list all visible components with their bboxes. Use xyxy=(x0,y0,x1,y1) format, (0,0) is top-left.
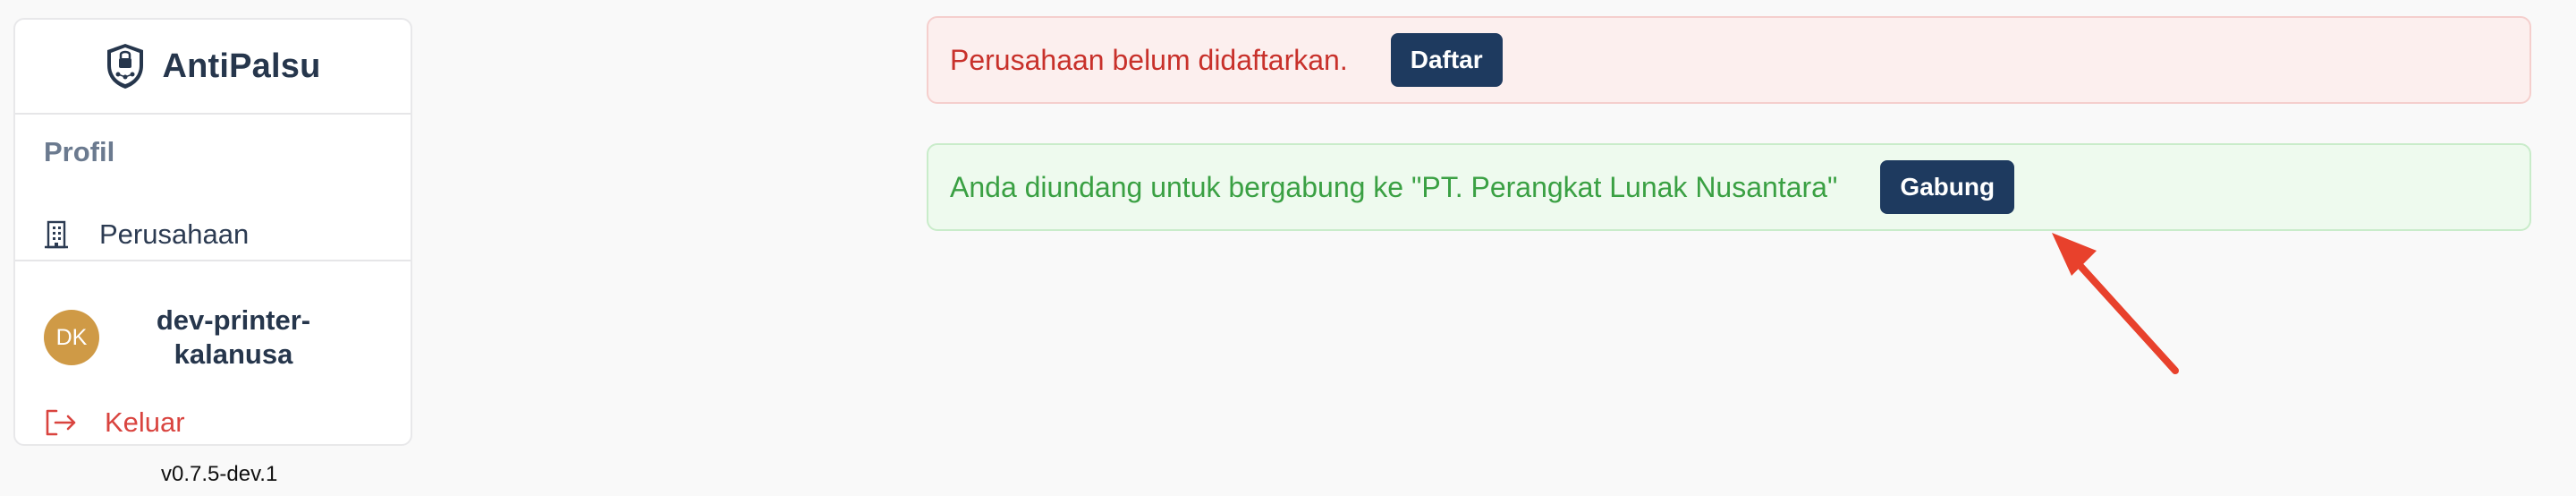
shield-lock-icon xyxy=(107,44,144,89)
join-button[interactable]: Gabung xyxy=(1880,160,2015,214)
annotation-arrow-icon xyxy=(2052,233,2179,374)
sidebar-item-perusahaan[interactable]: Perusahaan xyxy=(44,208,402,261)
brand-name: AntiPalsu xyxy=(162,47,321,85)
alert-message: Perusahaan belum didaftarkan. xyxy=(950,43,1348,76)
logout-icon xyxy=(46,409,76,436)
page: AntiPalsu Profil Perusahaan DK dev-print… xyxy=(0,0,2576,496)
avatar: DK xyxy=(44,310,99,365)
user-name: dev-printer-kalanusa xyxy=(156,304,311,370)
register-button[interactable]: Daftar xyxy=(1390,33,1503,87)
divider xyxy=(15,260,411,261)
sidebar-item-label: Perusahaan xyxy=(99,218,250,250)
logout-label: Keluar xyxy=(105,406,185,438)
invitation-alert: Anda diundang untuk bergabung ke "PT. Pe… xyxy=(927,143,2531,231)
logout-button[interactable]: Keluar xyxy=(44,396,185,449)
company-not-registered-alert: Perusahaan belum didaftarkan. Daftar xyxy=(927,16,2531,104)
user-profile[interactable]: DK dev-printer-kalanusa xyxy=(44,288,402,387)
version-label: v0.7.5-dev.1 xyxy=(161,462,278,486)
alert-message: Anda diundang untuk bergabung ke "PT. Pe… xyxy=(950,170,1838,203)
section-label-profil: Profil xyxy=(44,136,115,167)
building-icon xyxy=(45,220,68,249)
sidebar: AntiPalsu Profil Perusahaan DK dev-print… xyxy=(13,18,412,446)
brand-header[interactable]: AntiPalsu xyxy=(15,20,411,115)
